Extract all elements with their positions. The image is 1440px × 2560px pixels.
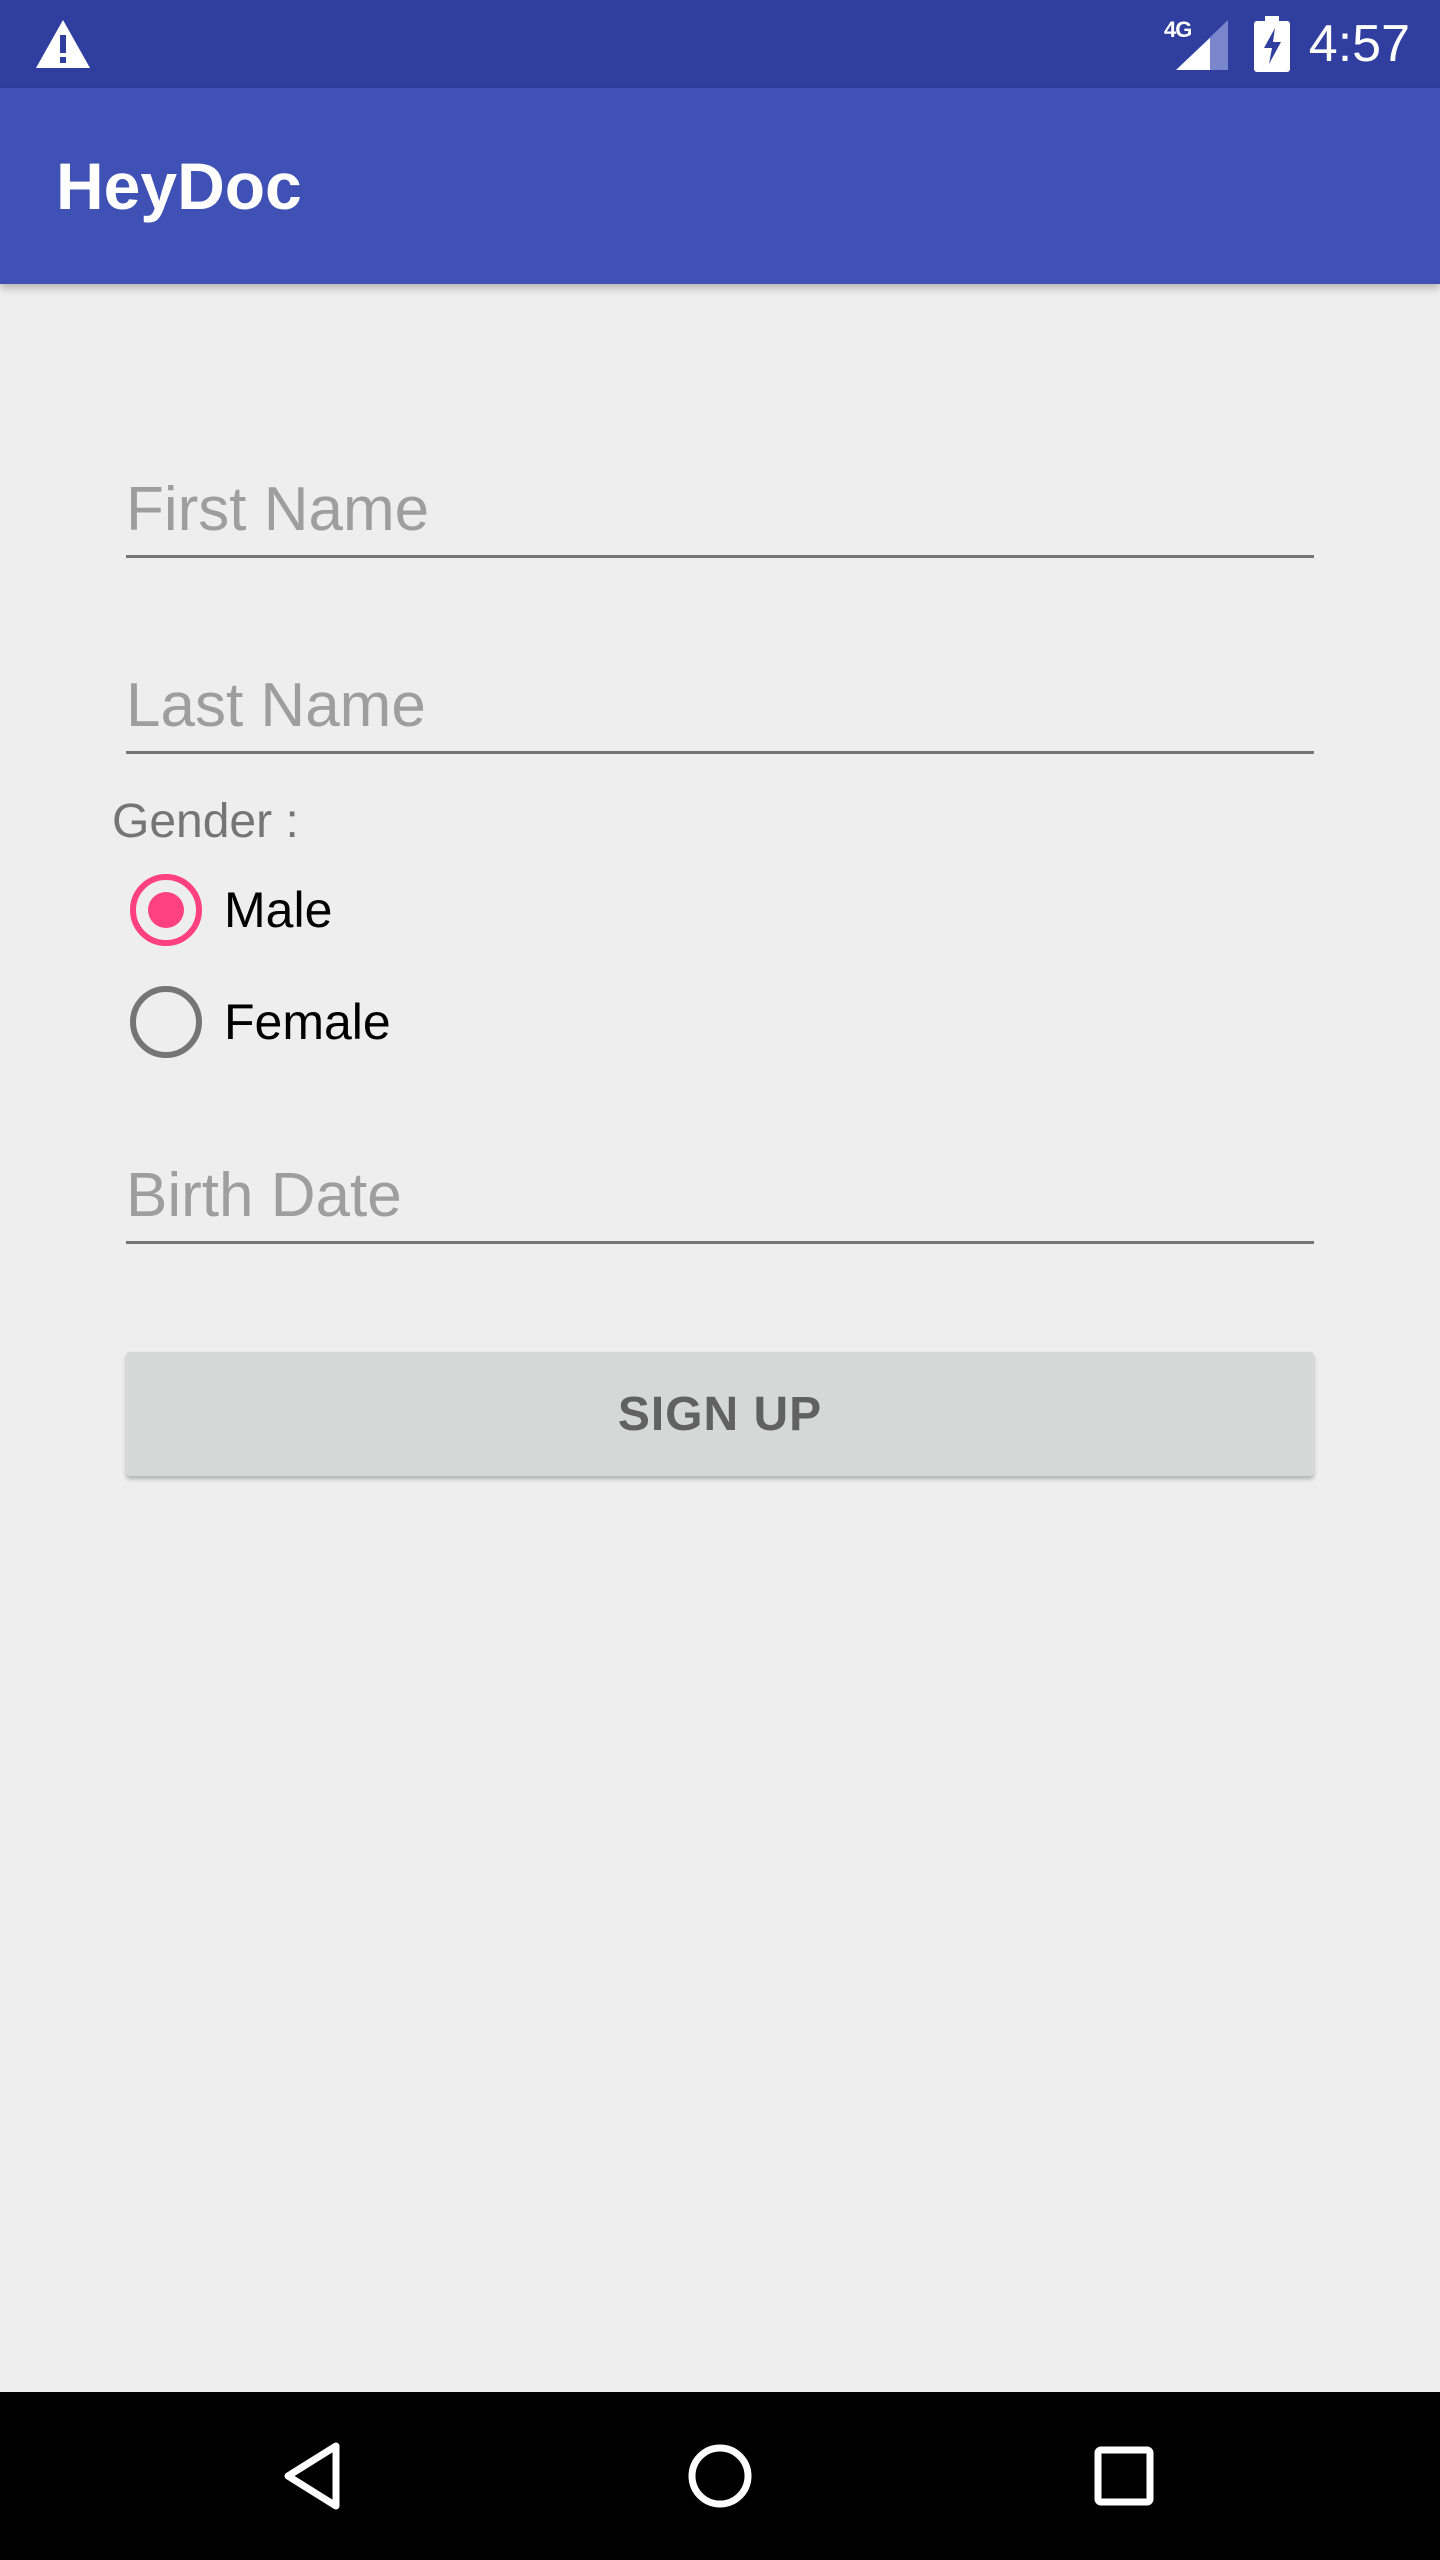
radio-dot: [148, 892, 184, 928]
last-name-input[interactable]: [126, 670, 1314, 754]
radio-checked-icon[interactable]: [130, 874, 202, 946]
radio-unchecked-icon[interactable]: [130, 986, 202, 1058]
recents-icon[interactable]: [1074, 2426, 1174, 2526]
signal-icon: [1176, 20, 1228, 70]
back-icon[interactable]: [266, 2426, 366, 2526]
status-bar: 4G 4:57: [0, 0, 1440, 88]
battery-charging-icon: [1254, 16, 1290, 72]
first-name-input[interactable]: [126, 474, 1314, 558]
radio-label-female[interactable]: Female: [224, 993, 391, 1051]
birth-date-input[interactable]: [126, 1160, 1314, 1244]
warning-icon: [36, 20, 90, 68]
last-name-field-container: [126, 670, 1314, 754]
first-name-field-container: [126, 474, 1314, 558]
app-bar: HeyDoc: [0, 88, 1440, 284]
gender-label: Gender :: [112, 795, 299, 848]
birth-date-field-container: [126, 1160, 1314, 1244]
status-time: 4:57: [1308, 15, 1410, 73]
gender-option-male[interactable]: Male: [130, 870, 332, 950]
navigation-bar: [0, 2392, 1440, 2560]
radio-label-male[interactable]: Male: [224, 881, 332, 939]
app-title: HeyDoc: [56, 149, 302, 223]
gender-option-female[interactable]: Female: [130, 982, 391, 1062]
sign-up-button[interactable]: SIGN UP: [126, 1352, 1314, 1476]
home-icon[interactable]: [670, 2426, 770, 2526]
